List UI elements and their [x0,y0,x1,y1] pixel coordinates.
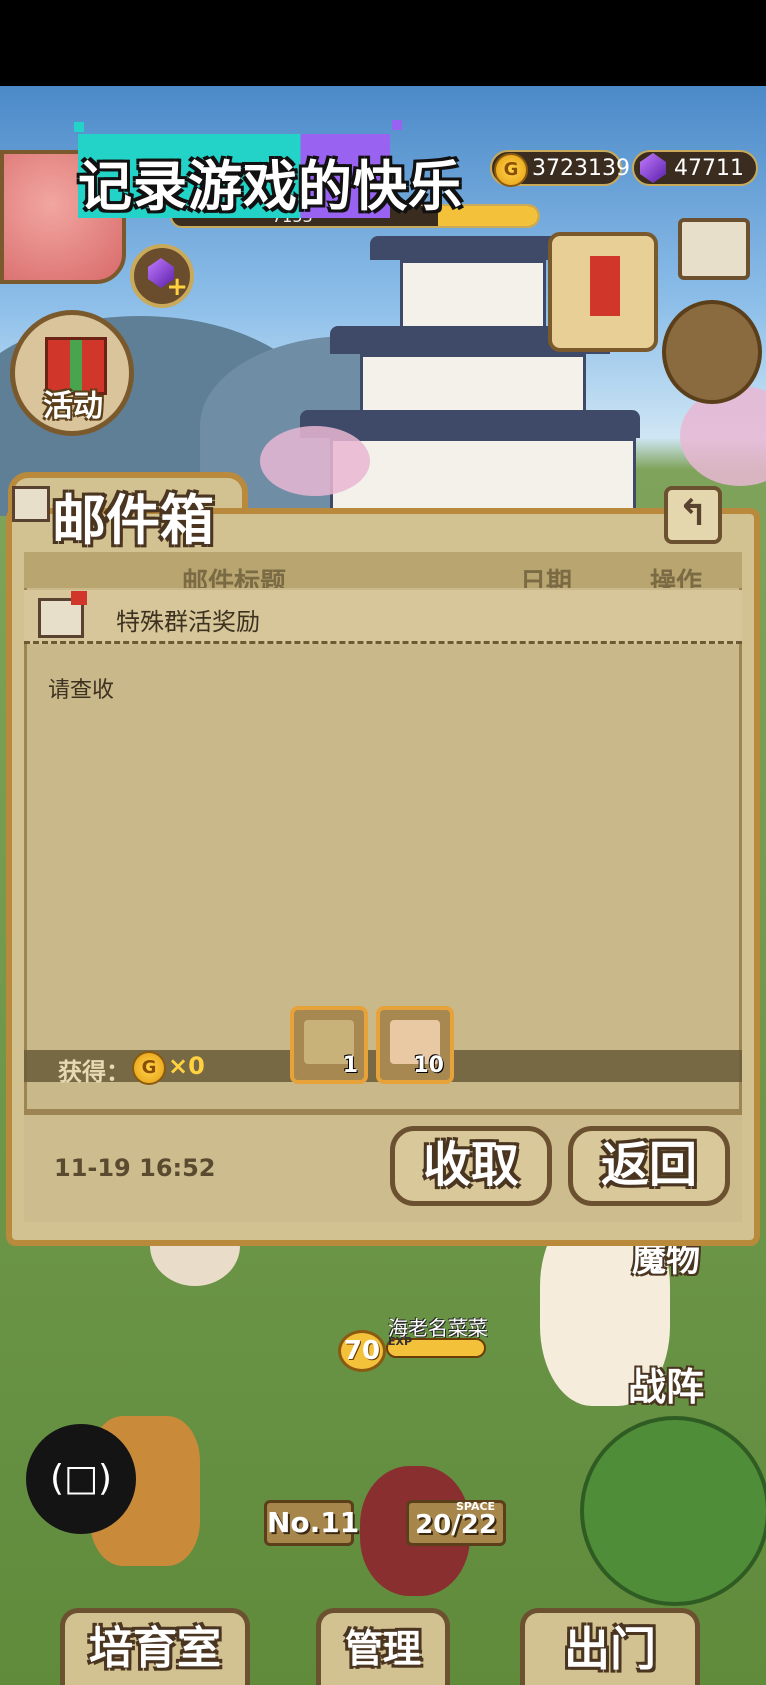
banner-text: 记录游戏的快乐 [78,155,463,218]
mail-list-item[interactable]: 特殊群活奖励 [24,590,742,644]
gold-amount: 3723139 [532,155,630,181]
gold-coin-icon: G [494,153,528,187]
manage-tab[interactable]: 管理 [316,1608,450,1685]
column-action: 操作 [650,568,703,588]
reward-item-slot[interactable]: 10 [376,1006,454,1084]
mail-date: 11-19 16:52 [54,1154,216,1182]
column-date: 日期 [520,568,573,588]
gold-counter[interactable]: G 3723139 [490,150,630,187]
mailbox-title: 邮件箱 [52,489,214,552]
status-bar [0,0,766,86]
event-label: 活动 [43,389,103,424]
backpack-button[interactable] [662,300,762,404]
selection-handle [392,120,402,130]
gem-counter[interactable]: 47711 [632,150,758,186]
scroll-icon [590,256,620,316]
selection-handle [74,122,84,132]
return-button[interactable]: 返回 [568,1126,730,1206]
gem-amount: 47711 [674,155,744,181]
reward-label: 获得： [58,1058,130,1086]
item-quantity: 1 [342,1053,358,1078]
tree [580,1416,766,1606]
go-out-tab[interactable]: 出门 [520,1608,700,1685]
screen-rotate-button[interactable]: (□) [26,1424,136,1534]
formation-button[interactable]: 战阵 [628,1356,704,1411]
plus-icon: + [166,272,188,302]
mail-column-header: 邮件标题 日期 操作 [24,552,742,588]
character-level: 70 [338,1330,386,1372]
buy-gems-button[interactable]: + [130,244,194,308]
envelope-icon [12,486,50,522]
gold-coin-icon: G [132,1051,166,1085]
coin-reward-count: ×0 [168,1052,205,1080]
item-quantity: 10 [413,1053,444,1078]
column-title: 邮件标题 [182,568,287,588]
nursery-tab[interactable]: 培育室 [60,1608,250,1685]
mail-button[interactable] [678,218,750,280]
gift-mail-icon [38,591,87,638]
cherry-blossom [260,426,370,496]
back-arrow-button[interactable]: ↰ [664,486,722,544]
space-tag: SPACE [456,1500,496,1513]
event-button[interactable]: 活动 [10,310,134,436]
purple-gem-icon [640,153,666,183]
quest-scroll-button[interactable] [548,232,658,352]
mail-subject: 特殊群活奖励 [116,608,260,636]
exp-tag: EXP [388,1335,413,1348]
mail-body: 请查收 [48,678,115,703]
reward-item-slot[interactable]: 1 [290,1006,368,1084]
collect-button[interactable]: 收取 [390,1126,552,1206]
rank-badge: No.11 [264,1500,359,1546]
